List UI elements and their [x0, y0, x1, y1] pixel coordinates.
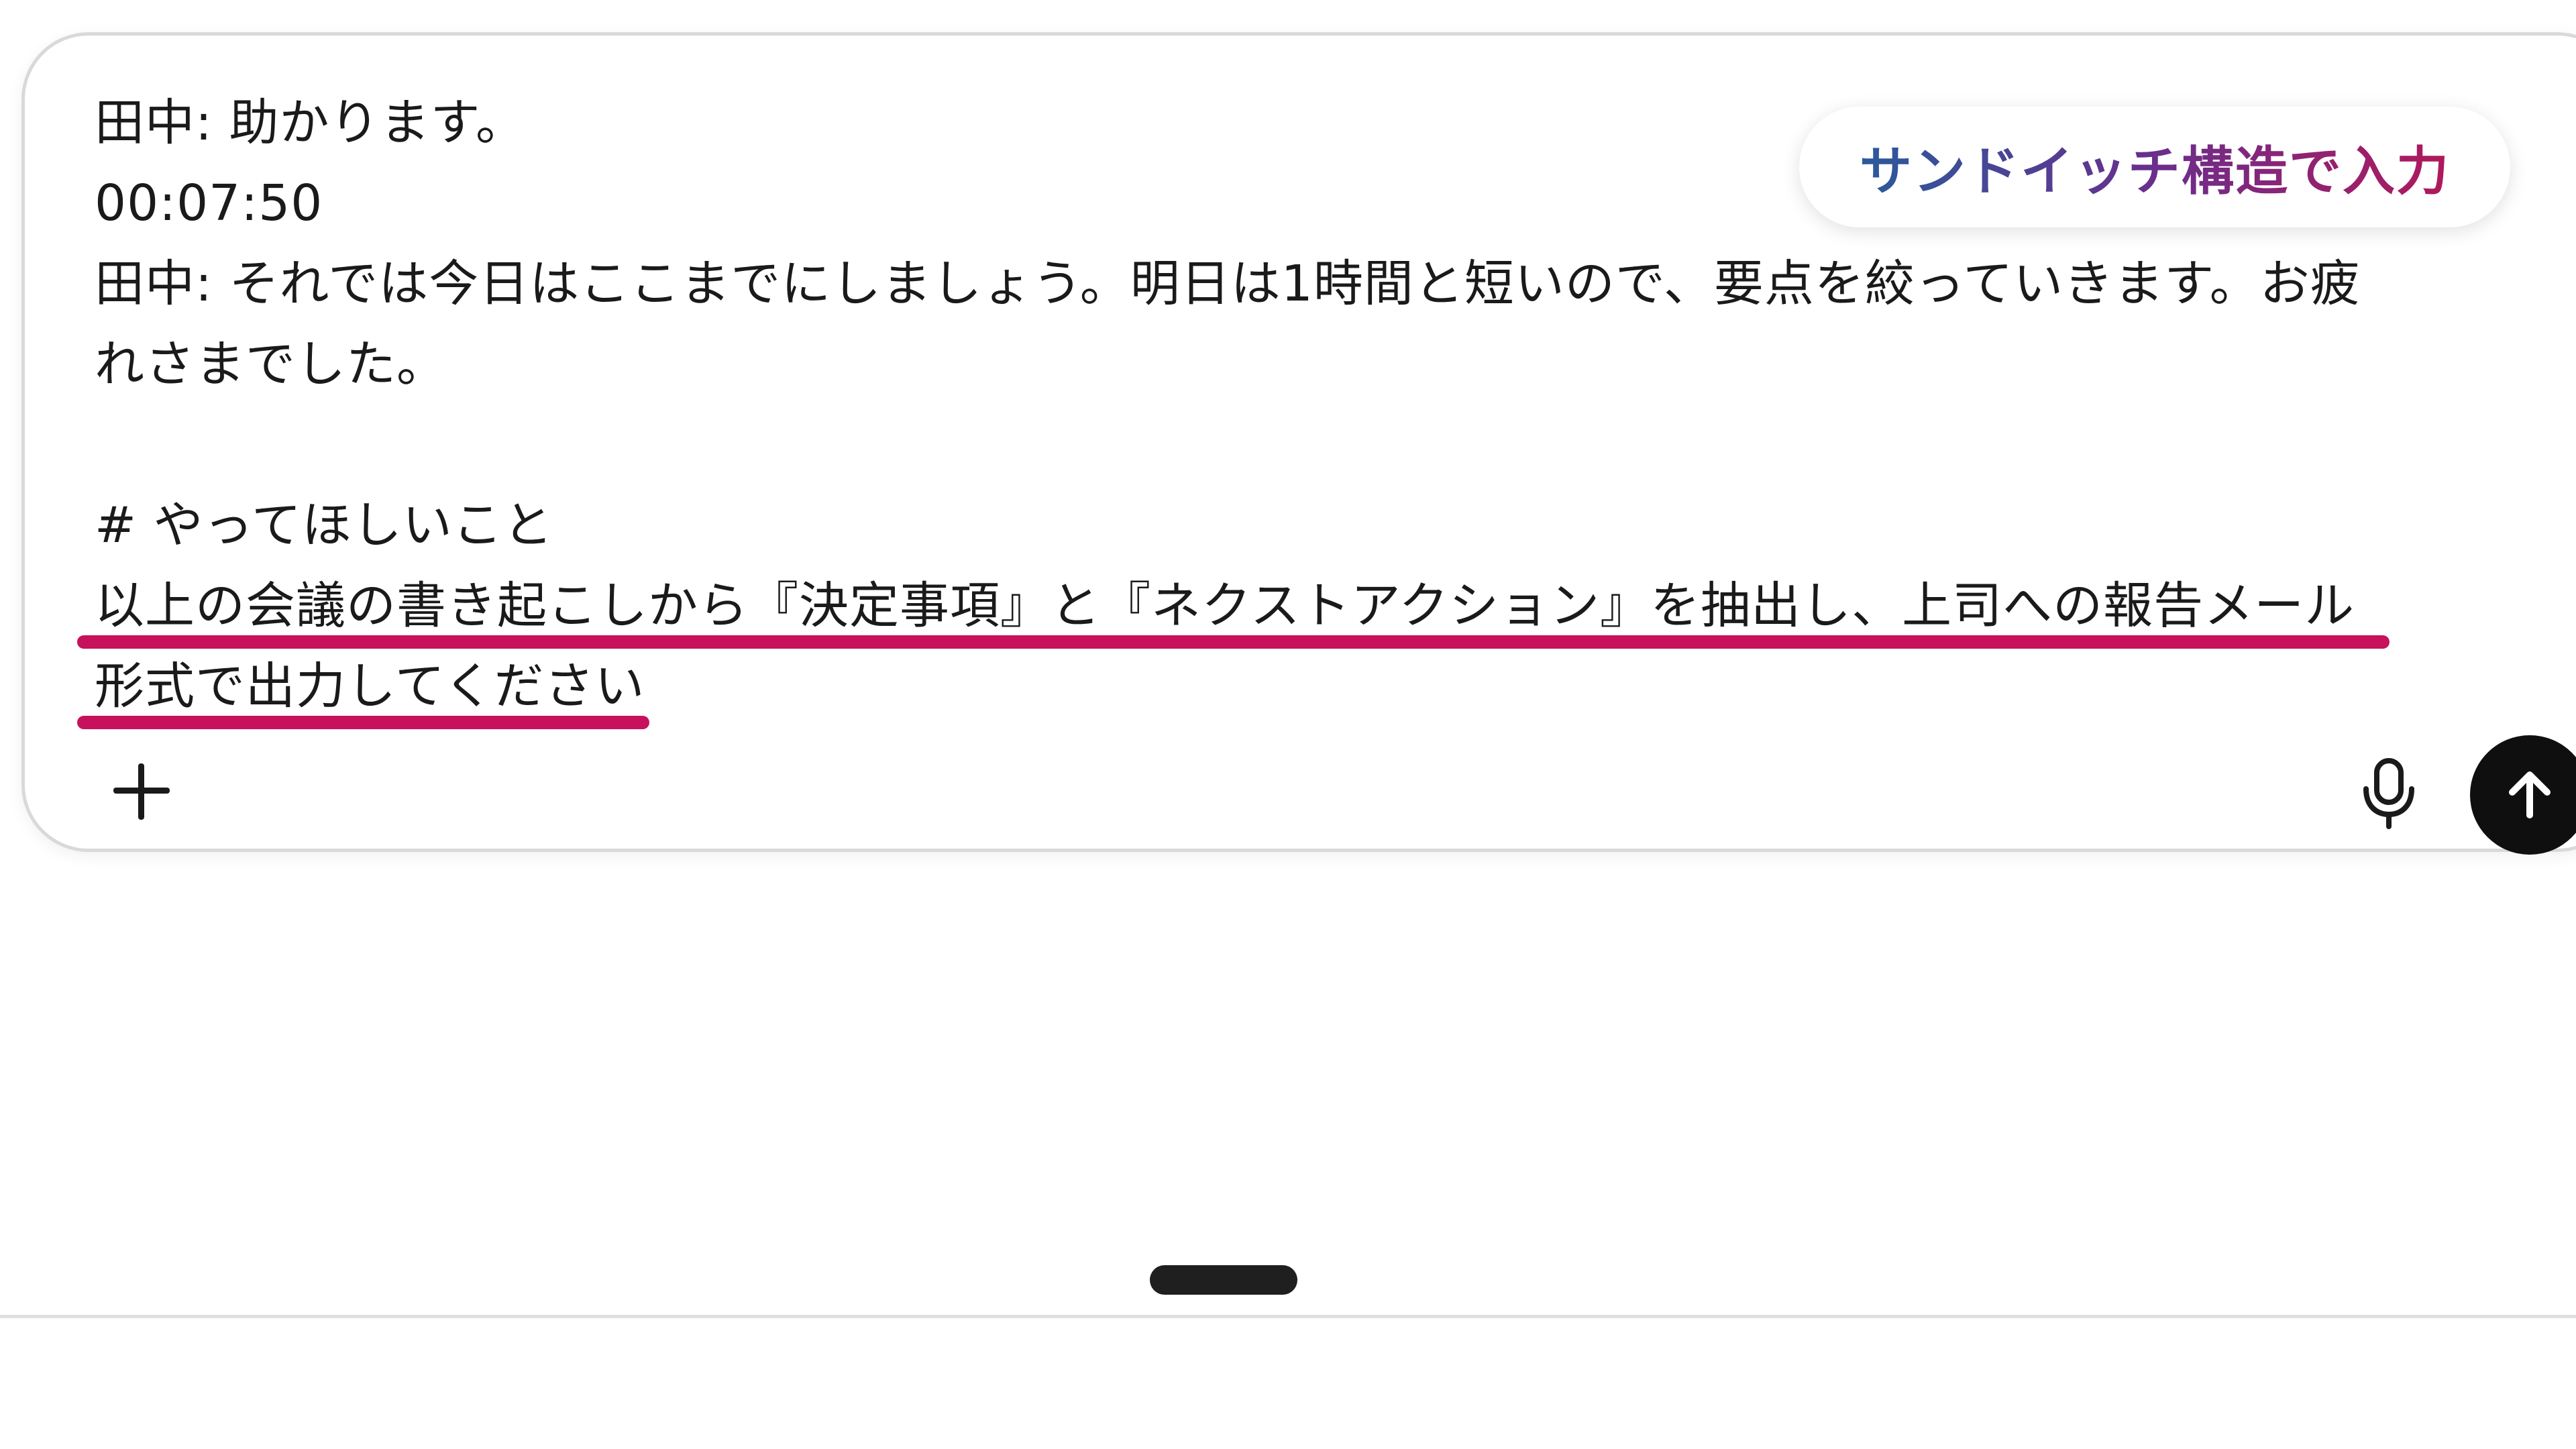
home-indicator[interactable]	[1150, 1265, 1297, 1295]
instruction-line: 形式で出力してください	[77, 646, 2550, 729]
highlighted-instruction-text: 以上の会議の書き起こしから『決定事項』と『ネクストアクション』を抽出し、上司への…	[76, 566, 2390, 649]
highlighted-instruction-text: 形式で出力してください	[77, 646, 649, 729]
instruction-heading: # やってほしいこと	[95, 496, 553, 554]
transcript-line: 田中: それでは今日はここまでにしましょう。明日は1時間と短いので、要点を絞って…	[95, 255, 2361, 313]
sandwich-structure-badge: サンドイッチ構造で入力	[1799, 107, 2510, 227]
microphone-icon-graphic	[2363, 758, 2414, 829]
arrow-up-icon	[2509, 771, 2551, 818]
microphone-icon[interactable]	[2359, 757, 2418, 830]
badge-label: サンドイッチ構造で入力	[1860, 129, 2450, 205]
send-button[interactable]	[2470, 735, 2576, 855]
screen: 田中: 助かります。 00:07:50 田中: それでは今日はここまでにしましょ…	[0, 0, 2576, 1449]
transcript-line: れさまでした。	[95, 335, 447, 393]
prompt-composer[interactable]: 田中: 助かります。 00:07:50 田中: それでは今日はここまでにしましょ…	[21, 32, 2576, 855]
bottom-divider	[0, 1315, 2576, 1318]
instruction-line: 以上の会議の書き起こしから『決定事項』と『ネクストアクション』を抽出し、上司への…	[76, 566, 2550, 649]
plus-icon[interactable]	[113, 763, 170, 820]
